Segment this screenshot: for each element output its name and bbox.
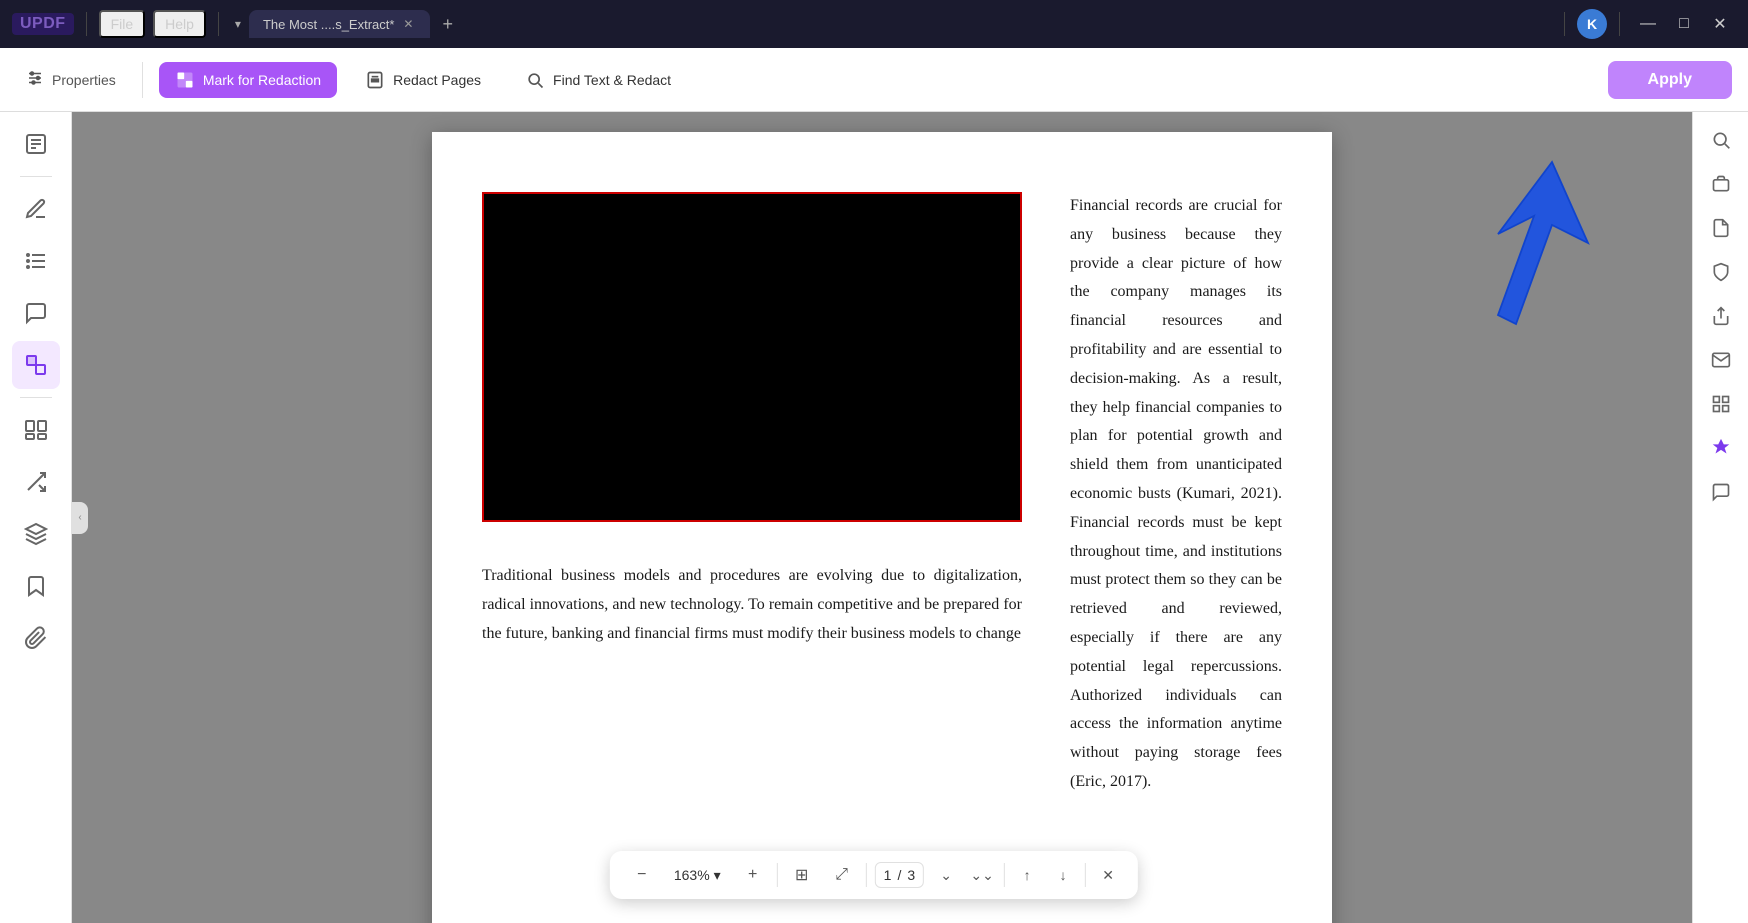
sidebar-icon-redact[interactable] <box>12 341 60 389</box>
title-divider1 <box>86 12 87 36</box>
mark-redaction-icon <box>175 70 195 90</box>
sidebar-icon-layers[interactable] <box>12 510 60 558</box>
zoom-out-btn[interactable]: − <box>626 859 658 891</box>
find-text-redact-btn[interactable]: Find Text & Redact <box>509 62 687 98</box>
toolbar-sep1 <box>142 62 143 98</box>
sidebar-icon-convert[interactable] <box>12 458 60 506</box>
right-sidebar <box>1692 112 1748 923</box>
title-bar: UPDF File Help ▾ The Most ....s_Extract*… <box>0 0 1748 48</box>
file-menu[interactable]: File <box>99 10 146 38</box>
redact-pages-icon <box>365 70 385 90</box>
redacted-image-block <box>482 192 1022 522</box>
fit-page-btn[interactable]: ⤢ <box>826 859 858 891</box>
bottom-toolbar: − 163% ▾ + ⊞ ⤢ 1 / 3 ⌄ ⌄⌄ ↑ ↓ ✕ <box>610 851 1138 899</box>
next-nav-btn[interactable]: ↓ <box>1049 861 1077 889</box>
close-nav-btn[interactable]: ✕ <box>1094 861 1122 889</box>
sidebar-icon-bookmark[interactable] <box>12 562 60 610</box>
right-convert-icon[interactable] <box>1701 208 1741 248</box>
minimize-btn[interactable]: — <box>1632 8 1664 40</box>
total-pages: 3 <box>907 867 915 883</box>
tab-label: The Most ....s_Extract* <box>263 17 395 32</box>
find-text-icon <box>525 70 545 90</box>
maximize-btn[interactable]: □ <box>1668 8 1700 40</box>
tab-area: ▾ The Most ....s_Extract* ✕ + <box>231 10 1552 38</box>
window-controls: — □ ✕ <box>1632 8 1736 40</box>
sidebar-icon-comment[interactable] <box>12 289 60 337</box>
fit-width-btn[interactable]: ⊞ <box>786 859 818 891</box>
zoom-in-btn[interactable]: + <box>737 859 769 891</box>
bottom-div4 <box>1085 863 1086 887</box>
mark-for-redaction-btn[interactable]: Mark for Redaction <box>159 62 337 98</box>
bottom-div2 <box>866 863 867 887</box>
properties-label: Properties <box>52 72 116 88</box>
right-updf-icon[interactable] <box>1701 428 1741 468</box>
right-share-icon[interactable] <box>1701 296 1741 336</box>
prev-nav-btn[interactable]: ↑ <box>1013 861 1041 889</box>
title-divider2 <box>218 12 219 36</box>
pdf-content: Traditional business models and procedur… <box>432 132 1332 923</box>
title-divider3 <box>1564 12 1565 36</box>
pdf-left-column: Traditional business models and procedur… <box>482 192 1046 923</box>
pdf-page: Traditional business models and procedur… <box>432 132 1332 923</box>
mark-redaction-label: Mark for Redaction <box>203 72 321 88</box>
blue-arrow-annotation <box>1426 152 1606 352</box>
apply-btn[interactable]: Apply <box>1608 61 1732 99</box>
properties-icon <box>26 69 44 90</box>
add-tab-btn[interactable]: + <box>434 12 461 37</box>
prev-page-btn[interactable]: ⌄ <box>932 861 960 889</box>
page-sep: / <box>897 867 901 883</box>
sidebar-icon-read[interactable] <box>12 120 60 168</box>
right-chat-icon[interactable] <box>1701 472 1741 512</box>
right-form-icon[interactable] <box>1701 384 1741 424</box>
sidebar-toggle[interactable]: ‹ <box>72 502 88 534</box>
redact-pages-btn[interactable]: Redact Pages <box>349 62 497 98</box>
left-sidebar: ‹ <box>0 112 72 923</box>
main-toolbar: Properties Mark for Redaction Redact Pag… <box>0 48 1748 112</box>
pdf-left-text: Traditional business models and procedur… <box>482 562 1022 648</box>
right-search-icon[interactable] <box>1701 120 1741 160</box>
pdf-viewer[interactable]: Traditional business models and procedur… <box>72 112 1692 923</box>
pdf-right-column: Financial records are crucial for any bu… <box>1046 192 1282 923</box>
zoom-value-text: 163% <box>674 867 710 883</box>
properties-btn[interactable]: Properties <box>16 63 126 96</box>
right-mail-icon[interactable] <box>1701 340 1741 380</box>
close-btn[interactable]: ✕ <box>1704 8 1736 40</box>
redact-pages-label: Redact Pages <box>393 72 481 88</box>
sidebar-div1 <box>20 176 52 177</box>
sidebar-div2 <box>20 397 52 398</box>
app-logo: UPDF <box>12 13 74 35</box>
pdf-right-text: Financial records are crucial for any bu… <box>1070 192 1282 797</box>
find-text-label: Find Text & Redact <box>553 72 671 88</box>
page-indicator: 1 / 3 <box>875 862 924 888</box>
active-tab[interactable]: The Most ....s_Extract* ✕ <box>249 10 431 38</box>
right-protect-icon[interactable] <box>1701 252 1741 292</box>
sidebar-icon-edittext[interactable] <box>12 185 60 233</box>
next-page-btn[interactable]: ⌄⌄ <box>968 861 996 889</box>
tab-close-btn[interactable]: ✕ <box>400 16 416 32</box>
sidebar-icon-attachment[interactable] <box>12 614 60 662</box>
bottom-div3 <box>1004 863 1005 887</box>
bottom-div1 <box>777 863 778 887</box>
title-divider4 <box>1619 12 1620 36</box>
sidebar-icon-pages[interactable] <box>12 406 60 454</box>
tab-arrow-btn[interactable]: ▾ <box>231 15 245 33</box>
help-menu[interactable]: Help <box>153 10 206 38</box>
user-avatar[interactable]: K <box>1577 9 1607 39</box>
main-area: ‹ <box>0 112 1748 923</box>
sidebar-icon-list[interactable] <box>12 237 60 285</box>
zoom-dropdown-icon: ▾ <box>714 867 721 884</box>
current-page: 1 <box>884 867 892 883</box>
zoom-level-display[interactable]: 163% ▾ <box>666 863 729 888</box>
right-ocr-icon[interactable] <box>1701 164 1741 204</box>
